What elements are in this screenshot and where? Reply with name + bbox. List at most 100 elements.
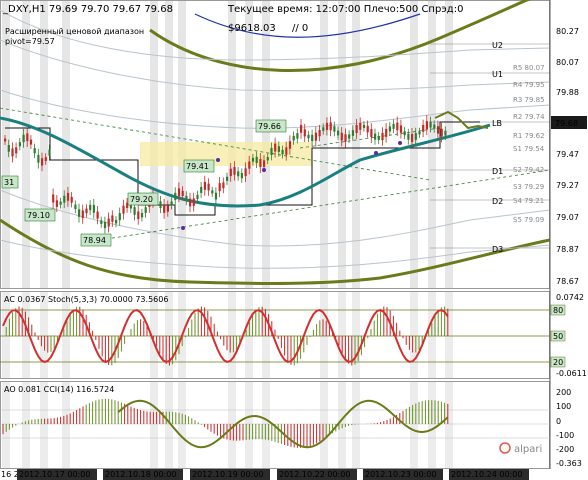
price-tick: 80.27: [556, 27, 579, 36]
candle-body: [44, 157, 47, 161]
fractal-marker: [216, 158, 220, 162]
candle-body: [433, 124, 436, 129]
candle-body: [274, 143, 277, 152]
candle-body: [218, 183, 221, 192]
trading-chart[interactable]: 79.66 79.41 79.20 79.10 78.94 31 _DXY,H1…: [0, 0, 588, 480]
candle-body: [59, 201, 62, 205]
candle-body: [429, 121, 432, 128]
range-label: Расширенный ценовой диапазон: [5, 27, 144, 36]
candle-body: [381, 132, 384, 141]
candle-body: [233, 167, 236, 175]
candle-body: [192, 198, 195, 206]
cci-tick: -200: [556, 445, 574, 454]
price-tick: 79.27: [556, 181, 579, 190]
session-stripe: [338, 291, 346, 379]
price-tick: 78.87: [556, 245, 579, 254]
session-stripe: [410, 381, 418, 469]
candle-body: [255, 156, 258, 163]
candle-body: [411, 134, 414, 142]
candle-body: [66, 192, 70, 201]
candle-body: [7, 145, 10, 152]
candle-body: [189, 198, 192, 207]
cci-tick: -100: [556, 431, 574, 440]
candle-body: [22, 134, 25, 143]
candle-body: [140, 213, 144, 218]
candle-body: [63, 195, 66, 203]
price-label-4: 79.10: [27, 211, 50, 220]
candle-body: [288, 141, 292, 149]
candle-body: [296, 133, 299, 139]
time-tick: 16 2: [1, 470, 19, 479]
candle-body: [285, 147, 288, 155]
fractal-marker: [181, 226, 185, 230]
session-stripe: [150, 381, 158, 469]
candle-body: [81, 210, 84, 219]
candle-body: [200, 186, 203, 193]
candle-body: [29, 139, 33, 145]
candle-body: [103, 221, 107, 229]
candle-body: [266, 157, 269, 161]
price-tick: 80.07: [556, 58, 579, 67]
price-label-3: 79.20: [130, 195, 153, 204]
candle-body: [366, 125, 369, 133]
candle-body: [425, 121, 428, 130]
session-stripe: [178, 381, 186, 469]
candle-body: [318, 129, 321, 137]
pivot-s3: S3 79.29: [513, 183, 544, 191]
price-tick: 79.07: [556, 213, 579, 222]
candle-body: [385, 129, 388, 137]
price-tick: 78.67: [556, 277, 579, 286]
balance-suffix: // 0: [292, 23, 308, 34]
candle-body: [403, 131, 406, 136]
candle-body: [118, 213, 121, 221]
level-label-u1: U1: [492, 70, 503, 79]
candle-body: [214, 192, 218, 200]
candle-body: [41, 158, 44, 166]
candle-body: [340, 132, 343, 141]
time-tick: 2012.10.23 00:00: [365, 470, 436, 479]
time-tick: 2012.10.18 00:00: [105, 470, 176, 479]
time-tick: 2012.10.24 00:00: [451, 470, 522, 479]
level-label-lb: LB: [492, 119, 502, 128]
candle-body: [399, 125, 403, 133]
pivot-r2: R2 79.74: [513, 113, 545, 121]
candle-body: [55, 200, 58, 207]
candle-body: [348, 134, 351, 139]
candle-body: [388, 126, 391, 132]
candle-body: [170, 201, 173, 206]
candle-body: [37, 154, 40, 163]
candle-body: [100, 220, 103, 224]
candle-body: [70, 196, 73, 203]
session-stripe: [40, 381, 48, 469]
candle-body: [237, 171, 240, 177]
pivot-r3: R3 79.85: [513, 96, 545, 104]
candle-body: [422, 125, 425, 132]
price-label-5: 78.94: [83, 236, 106, 245]
stoch-tick: 50: [553, 332, 563, 341]
fractal-marker: [262, 168, 266, 172]
watermark-text: alpari: [514, 444, 542, 455]
current-price: 79.68: [555, 119, 578, 128]
candle-body: [370, 129, 373, 138]
price-label-1: 79.66: [258, 122, 281, 131]
candle-body: [111, 215, 114, 222]
candle-body: [444, 130, 447, 136]
candle-body: [259, 159, 262, 168]
session-stripe: [320, 381, 328, 469]
time-tick: 2012.10.17 00:00: [19, 470, 90, 479]
session-stripe: [62, 381, 70, 469]
price-tick: 79.88: [556, 88, 579, 97]
cci-tick: 200: [556, 388, 571, 397]
candle-body: [133, 207, 136, 215]
candle-body: [251, 157, 255, 162]
pivot-s4: S4 79.21: [513, 197, 544, 205]
fractal-marker: [374, 151, 378, 155]
level-label-d2: D2: [492, 197, 503, 206]
candle-body: [185, 195, 188, 201]
candle-body: [333, 126, 336, 132]
candle-body: [300, 124, 303, 133]
pivot-label: pivot=79.57: [5, 37, 55, 46]
session-stripe: [352, 381, 360, 469]
candle-body: [325, 122, 329, 130]
candle-body: [96, 211, 99, 219]
